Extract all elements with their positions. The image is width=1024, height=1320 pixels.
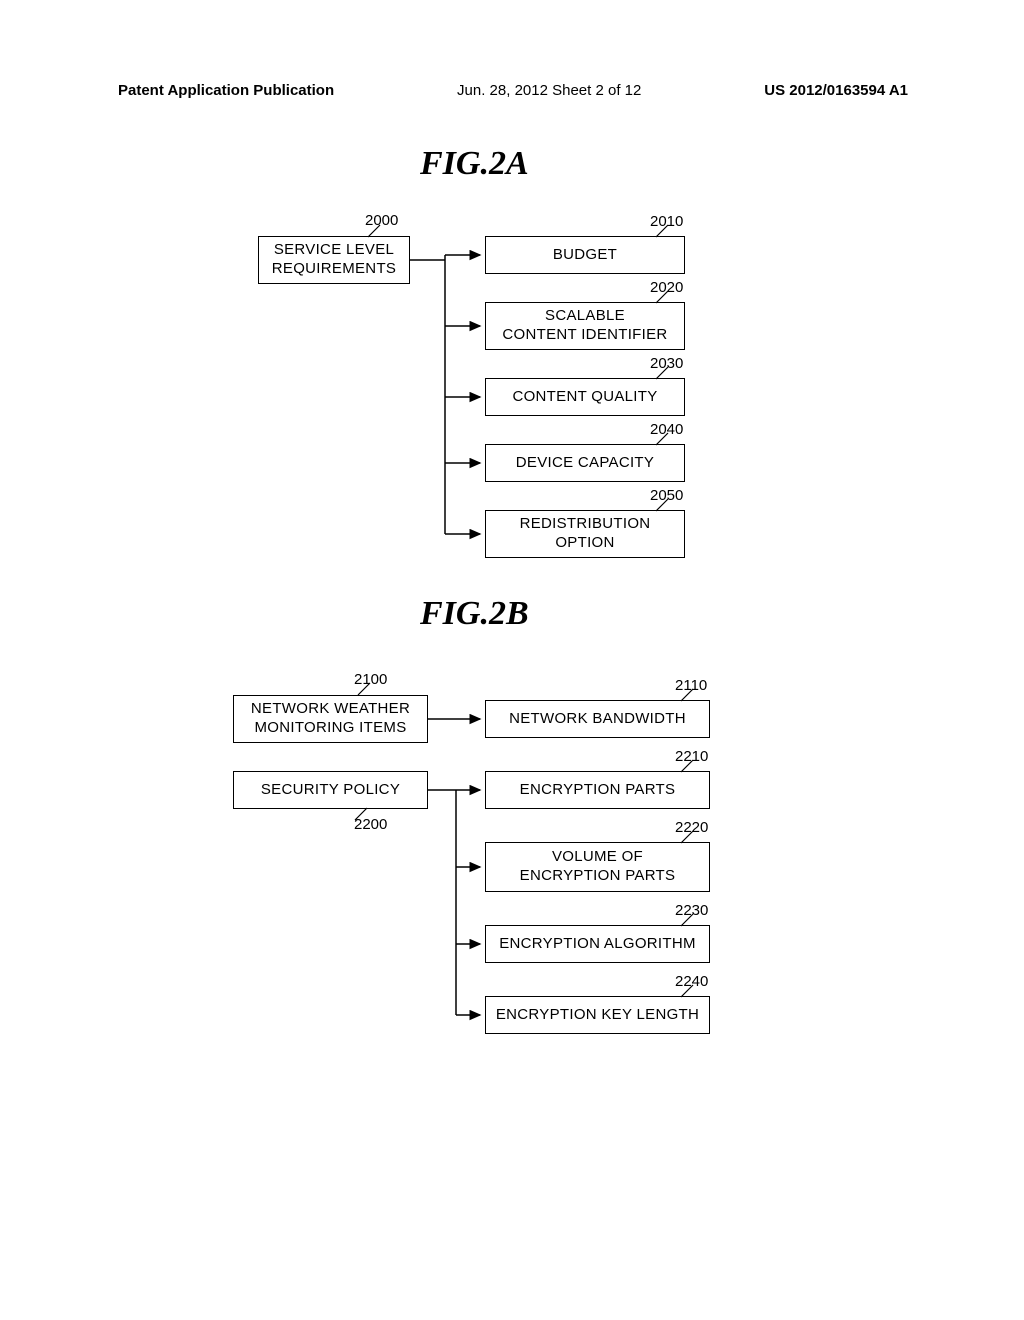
service-level-requirements-box: SERVICE LEVEL REQUIREMENTS — [258, 236, 410, 284]
leader-2100 — [350, 683, 370, 697]
content-quality-box: CONTENT QUALITY — [485, 378, 685, 416]
leader-2040 — [648, 433, 668, 447]
encryption-key-length-box: ENCRYPTION KEY LENGTH — [485, 996, 710, 1034]
fig2b-top-link — [428, 695, 488, 745]
fig2b-security-tree — [428, 771, 488, 1041]
network-weather-monitoring-items-box: NETWORK WEATHER MONITORING ITEMS — [233, 695, 428, 743]
encryption-parts-label: ENCRYPTION PARTS — [520, 781, 676, 800]
device-capacity-label: DEVICE CAPACITY — [516, 454, 654, 473]
encryption-key-length-label: ENCRYPTION KEY LENGTH — [496, 1006, 699, 1025]
device-capacity-box: DEVICE CAPACITY — [485, 444, 685, 482]
encryption-algorithm-box: ENCRYPTION ALGORITHM — [485, 925, 710, 963]
leader-2210 — [673, 760, 693, 774]
service-level-requirements-label: SERVICE LEVEL REQUIREMENTS — [272, 241, 396, 279]
scalable-content-identifier-box: SCALABLE CONTENT IDENTIFIER — [485, 302, 685, 350]
leader-2020 — [648, 291, 668, 305]
network-bandwidth-label: NETWORK BANDWIDTH — [509, 710, 686, 729]
security-policy-label: SECURITY POLICY — [261, 781, 400, 800]
content-quality-label: CONTENT QUALITY — [512, 388, 657, 407]
redistribution-option-label: REDISTRIBUTION OPTION — [520, 515, 651, 553]
encryption-parts-box: ENCRYPTION PARTS — [485, 771, 710, 809]
leader-2110 — [673, 689, 693, 703]
leader-2240 — [673, 985, 693, 999]
header-right: US 2012/0163594 A1 — [764, 82, 908, 99]
volume-of-encryption-parts-label: VOLUME OF ENCRYPTION PARTS — [520, 848, 676, 886]
page: Patent Application Publication Jun. 28, … — [0, 0, 1024, 1320]
leader-2010 — [648, 225, 668, 239]
budget-label: BUDGET — [553, 246, 617, 265]
redistribution-option-box: REDISTRIBUTION OPTION — [485, 510, 685, 558]
volume-of-encryption-parts-box: VOLUME OF ENCRYPTION PARTS — [485, 842, 710, 892]
budget-box: BUDGET — [485, 236, 685, 274]
leader-2200 — [355, 808, 375, 822]
fig2a-tree — [410, 236, 490, 566]
figure-2a-title: FIG.2A — [420, 145, 529, 183]
leader-2230 — [673, 914, 693, 928]
header-left: Patent Application Publication — [118, 82, 334, 99]
leader-2220 — [673, 831, 693, 845]
leader-2050 — [648, 499, 668, 513]
figure-2b-title: FIG.2B — [420, 595, 529, 633]
network-weather-monitoring-items-label: NETWORK WEATHER MONITORING ITEMS — [251, 700, 410, 738]
header-middle: Jun. 28, 2012 Sheet 2 of 12 — [457, 82, 641, 99]
leader-2030 — [648, 367, 668, 381]
security-policy-box: SECURITY POLICY — [233, 771, 428, 809]
page-header: Patent Application Publication Jun. 28, … — [118, 82, 908, 99]
scalable-content-identifier-label: SCALABLE CONTENT IDENTIFIER — [502, 307, 667, 345]
network-bandwidth-box: NETWORK BANDWIDTH — [485, 700, 710, 738]
leader-2000 — [360, 225, 380, 239]
encryption-algorithm-label: ENCRYPTION ALGORITHM — [499, 935, 696, 954]
